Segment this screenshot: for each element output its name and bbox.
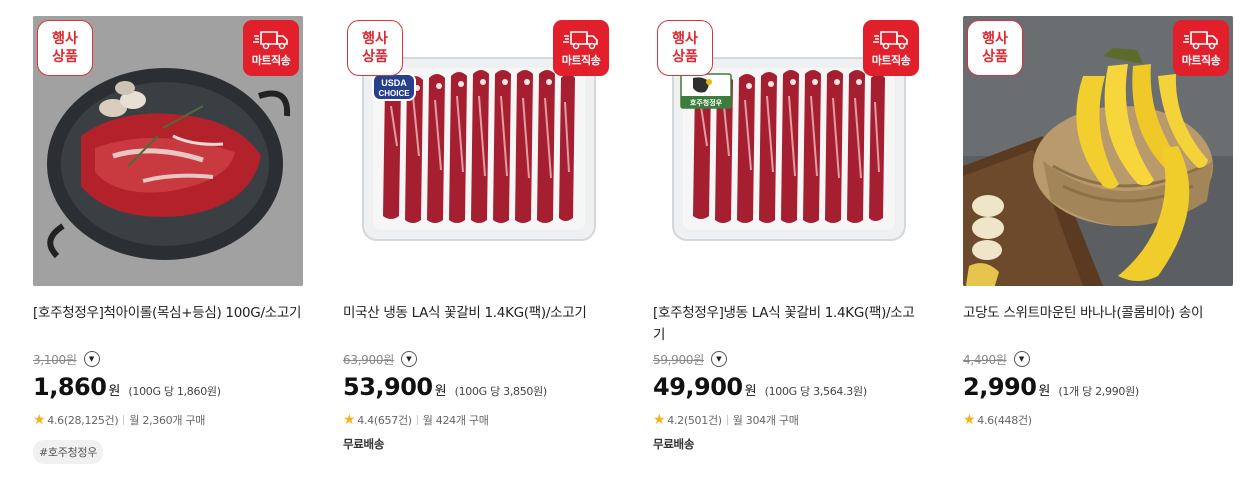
product-name[interactable]: 고당도 스위트마운틴 바나나(콜롬비아) 송이 (963, 302, 1233, 346)
product-image[interactable]: 호주청정우 행사 상품 마트직송 (653, 16, 923, 286)
divider (123, 415, 125, 425)
mart-delivery-badge: 마트직송 (243, 20, 299, 76)
unit-price: (100G 당 3,564.3원) (764, 385, 868, 398)
sale-price: 1,860 (33, 373, 107, 401)
mart-delivery-badge: 마트직송 (1173, 20, 1229, 76)
unit-price: (1개 당 2,990원) (1058, 385, 1139, 398)
pack-label-line2: CHOICE (378, 89, 410, 98)
pack-label-line1: 호주청정우 (690, 98, 723, 107)
product-grid: 행사 상품 마트직송 [호주청정우]척아이롤(목심+등심) 100G/소고기 3… (0, 0, 1241, 479)
free-shipping-label: 무료배송 (653, 437, 695, 451)
product-name[interactable]: [호주청정우]척아이롤(목심+등심) 100G/소고기 (33, 302, 303, 346)
review-count[interactable]: (501건) (684, 412, 722, 428)
product-tag[interactable]: #호주청정우 (33, 440, 104, 464)
delivery-truck-icon (563, 31, 598, 50)
event-product-badge: 행사 상품 (967, 20, 1023, 76)
review-count[interactable]: (28,125건) (64, 412, 119, 428)
mart-badge-label: 마트직송 (871, 54, 911, 67)
currency-label: 원 (434, 384, 447, 399)
product-image[interactable]: 행사 상품 마트직송 (963, 16, 1233, 286)
product-name[interactable]: [호주청정우]냉동 LA식 꽃갈비 1.4KG(팩)/소고기 (653, 302, 923, 346)
divider (416, 415, 418, 425)
mart-delivery-badge: 마트직송 (553, 20, 609, 76)
product-card[interactable]: 호주청정우 행사 상품 마트직송 [호주청정우]냉동 LA식 꽃갈비 1.4KG… (653, 16, 923, 452)
sale-price: 53,900 (343, 373, 433, 401)
rating: 4.6 (977, 413, 994, 427)
delivery-truck-icon (253, 31, 288, 50)
free-shipping-label: 무료배송 (343, 437, 385, 451)
event-badge-line2: 상품 (52, 49, 78, 65)
sale-price: 49,900 (653, 373, 743, 401)
monthly-purchases: 월 304개 구매 (732, 414, 799, 427)
event-product-badge: 행사 상품 (37, 20, 93, 76)
chevron-down-icon[interactable]: ▼ (1013, 351, 1030, 367)
mart-badge-label: 마트직송 (1181, 54, 1221, 67)
event-product-badge: 행사 상품 (347, 20, 403, 76)
star-icon: ★ (653, 412, 666, 428)
event-badge-line2: 상품 (672, 49, 698, 65)
original-price: 63,900원 (343, 352, 394, 367)
original-price: 4,490원 (963, 352, 1007, 367)
delivery-truck-icon (1183, 31, 1218, 50)
sale-price: 2,990 (963, 373, 1037, 401)
currency-label: 원 (744, 384, 757, 399)
product-card[interactable]: 행사 상품 마트직송 고당도 스위트마운틴 바나나(콜롬비아) 송이 4,490… (963, 16, 1233, 429)
rating: 4.2 (667, 413, 684, 427)
unit-price: (100G 당 3,850원) (454, 385, 548, 398)
star-icon: ★ (33, 412, 46, 428)
product-card[interactable]: USDA CHOICE 행사 상품 마트직송 미국산 냉동 LA식 꽃갈비 1.… (343, 16, 613, 452)
star-icon: ★ (963, 412, 976, 428)
event-badge-line1: 행사 (982, 31, 1008, 47)
event-badge-line1: 행사 (672, 31, 698, 47)
event-badge-line1: 행사 (362, 31, 388, 47)
chevron-down-icon[interactable]: ▼ (83, 351, 100, 367)
event-product-badge: 행사 상품 (657, 20, 713, 76)
monthly-purchases: 월 424개 구매 (422, 414, 489, 427)
rating: 4.6 (47, 413, 64, 427)
currency-label: 원 (1038, 384, 1051, 399)
monthly-purchases: 월 2,360개 구매 (129, 414, 206, 427)
mart-badge-label: 마트직송 (251, 54, 291, 67)
pack-label-line1: USDA (381, 78, 407, 88)
mart-badge-label: 마트직송 (561, 54, 601, 67)
original-price: 3,100원 (33, 352, 77, 367)
star-icon: ★ (343, 412, 356, 428)
product-image[interactable]: USDA CHOICE 행사 상품 마트직송 (343, 16, 613, 286)
currency-label: 원 (108, 384, 121, 399)
product-name[interactable]: 미국산 냉동 LA식 꽃갈비 1.4KG(팩)/소고기 (343, 302, 613, 346)
delivery-truck-icon (873, 31, 908, 50)
product-image[interactable]: 행사 상품 마트직송 (33, 16, 303, 286)
event-badge-line1: 행사 (52, 31, 78, 47)
divider (726, 415, 728, 425)
rating: 4.4 (357, 413, 374, 427)
unit-price: (100G 당 1,860원) (128, 385, 221, 398)
review-count[interactable]: (448건) (994, 412, 1032, 428)
mart-delivery-badge: 마트직송 (863, 20, 919, 76)
chevron-down-icon[interactable]: ▼ (710, 351, 727, 367)
review-count[interactable]: (657건) (374, 412, 412, 428)
original-price: 59,900원 (653, 352, 704, 367)
chevron-down-icon[interactable]: ▼ (400, 351, 417, 367)
product-card[interactable]: 행사 상품 마트직송 [호주청정우]척아이롤(목심+등심) 100G/소고기 3… (33, 16, 303, 464)
event-badge-line2: 상품 (362, 49, 388, 65)
event-badge-line2: 상품 (982, 49, 1008, 65)
